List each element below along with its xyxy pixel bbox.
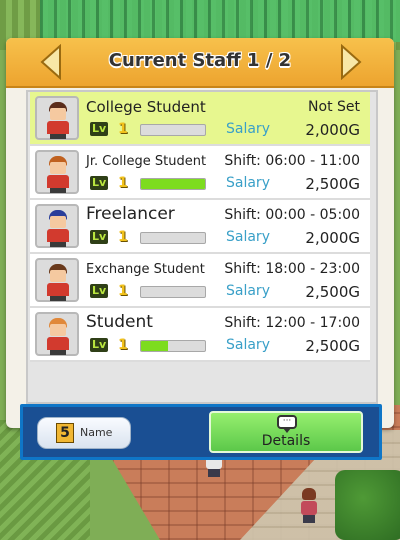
details-label: Details — [261, 433, 311, 449]
action-bar: 5 Name ··· Details — [20, 404, 382, 460]
staff-avatar — [35, 204, 79, 248]
salary-label: Salary — [226, 283, 270, 299]
experience-bar — [140, 178, 206, 190]
level-badge: Lv — [90, 122, 109, 136]
staff-row[interactable]: Exchange Student Shift: 18:00 - 23:00 Lv… — [30, 254, 370, 308]
salary-value: 2,000G — [305, 229, 360, 247]
level-badge: Lv — [90, 284, 109, 298]
staff-name: Exchange Student — [86, 262, 205, 277]
level-badge: Lv — [90, 230, 109, 244]
panel-header: Current Staff 1 / 2 — [6, 38, 394, 88]
details-button[interactable]: ··· Details — [209, 411, 363, 453]
staff-name: Freelancer — [86, 204, 175, 224]
arrow-right-icon[interactable] — [338, 44, 364, 80]
experience-bar — [140, 232, 206, 244]
hedge — [335, 470, 400, 540]
staff-list: College Student Not Set Lv 1 Salary 2,00… — [26, 90, 378, 404]
staff-avatar — [35, 150, 79, 194]
salary-label: Salary — [226, 121, 270, 137]
salary-value: 2,500G — [305, 337, 360, 355]
level-value: 1 — [118, 229, 128, 245]
salary-label: Salary — [226, 337, 270, 353]
experience-bar — [140, 124, 206, 136]
level-badge: Lv — [90, 338, 109, 352]
salary-value: 2,500G — [305, 175, 360, 193]
level-badge: Lv — [90, 176, 109, 190]
staff-shift: Shift: 00:00 - 05:00 — [224, 207, 360, 223]
page-title: Current Staff 1 / 2 — [108, 50, 292, 71]
staff-shift: Shift: 18:00 - 23:00 — [224, 261, 360, 277]
staff-row[interactable]: College Student Not Set Lv 1 Salary 2,00… — [30, 92, 370, 146]
salary-value: 2,000G — [305, 121, 360, 139]
staff-avatar — [35, 312, 79, 356]
fence — [40, 0, 400, 42]
arrow-left-icon[interactable] — [38, 44, 64, 80]
sort-order-badge: 5 — [56, 423, 74, 443]
salary-label: Salary — [226, 229, 270, 245]
sort-button[interactable]: 5 Name — [37, 417, 131, 449]
level-value: 1 — [118, 175, 128, 191]
level-value: 1 — [118, 121, 128, 137]
level-value: 1 — [118, 337, 128, 353]
speech-bubble-icon: ··· — [277, 415, 297, 429]
staff-shift: Shift: 12:00 - 17:00 — [224, 315, 360, 331]
staff-row[interactable]: Jr. College Student Shift: 06:00 - 11:00… — [30, 146, 370, 200]
walking-character — [300, 488, 318, 524]
staff-row[interactable]: Freelancer Shift: 00:00 - 05:00 Lv 1 Sal… — [30, 200, 370, 254]
salary-value: 2,500G — [305, 283, 360, 301]
staff-shift: Shift: 06:00 - 11:00 — [224, 153, 360, 169]
sort-label: Name — [80, 426, 113, 439]
salary-label: Salary — [226, 175, 270, 191]
staff-avatar — [35, 96, 79, 140]
staff-panel: Current Staff 1 / 2 College Student Not … — [6, 38, 394, 460]
level-value: 1 — [118, 283, 128, 299]
staff-name: Jr. College Student — [86, 154, 207, 169]
staff-name: Student — [86, 312, 153, 332]
staff-avatar — [35, 258, 79, 302]
experience-bar — [140, 286, 206, 298]
staff-name: College Student — [86, 98, 206, 116]
experience-bar — [140, 340, 206, 352]
staff-shift: Not Set — [308, 99, 360, 115]
staff-row[interactable]: Student Shift: 12:00 - 17:00 Lv 1 Salary… — [30, 308, 370, 362]
